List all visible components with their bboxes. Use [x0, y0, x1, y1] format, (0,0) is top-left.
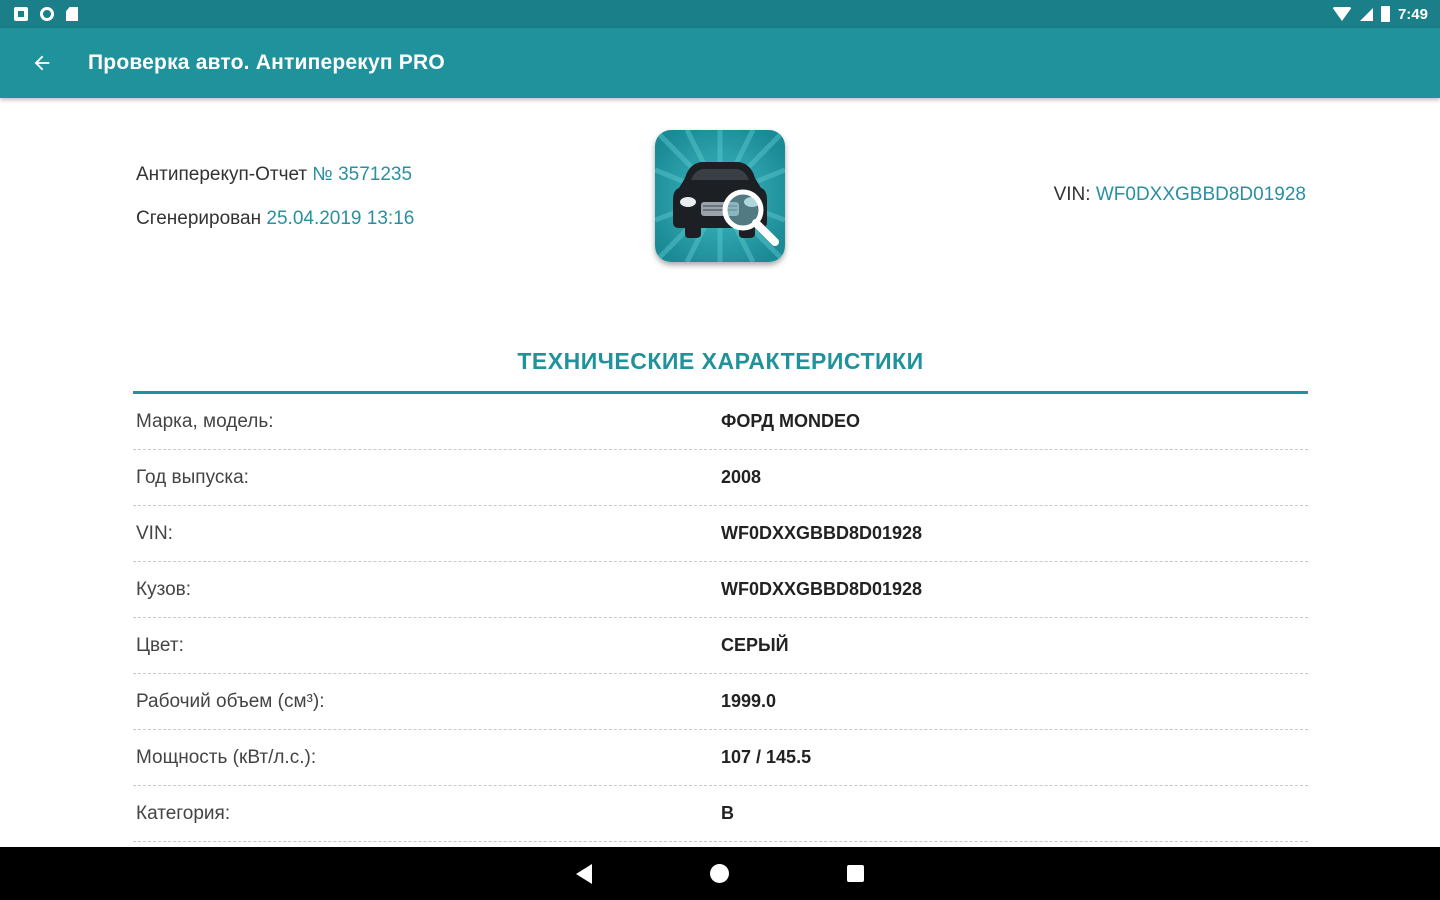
nav-back-icon[interactable] [576, 863, 592, 884]
app-bar: Проверка авто. Антиперекуп PRO [0, 28, 1440, 98]
report-info: Антиперекуп-Отчет № 3571235 Сгенерирован… [136, 162, 414, 250]
table-row: Мощность (кВт/л.с.): 107 / 145.5 [133, 730, 1308, 786]
table-row: Марка, модель: ФОРД MONDEO [133, 394, 1308, 450]
spec-label: Категория: [136, 802, 231, 824]
spec-label: Год выпуска: [136, 466, 249, 488]
table-row: Цвет: СЕРЫЙ [133, 618, 1308, 674]
spec-value: WF0DXXGBBD8D01928 [721, 579, 923, 599]
car-search-icon [655, 130, 785, 262]
report-number-row: Антиперекуп-Отчет № 3571235 [136, 162, 414, 206]
spec-value: СЕРЫЙ [721, 635, 789, 655]
spec-label: Мощность (кВт/л.с.): [136, 746, 317, 768]
report-vin: VIN: WF0DXXGBBD8D01928 [1054, 184, 1306, 206]
spec-table: Марка, модель: ФОРД MONDEO Год выпуска: … [133, 394, 1308, 842]
table-row: Рабочий объем (см³): 1999.0 [133, 674, 1308, 730]
table-row: Кузов: WF0DXXGBBD8D01928 [133, 562, 1308, 618]
report-generated-row: Сгенерирован 25.04.2019 13:16 [136, 206, 414, 250]
spec-value: B [721, 803, 734, 823]
status-left-icons [14, 7, 78, 21]
app-logo [655, 130, 785, 262]
spec-label: Рабочий объем (см³): [136, 690, 325, 712]
spec-label: Марка, модель: [136, 410, 274, 432]
table-row: Год выпуска: 2008 [133, 450, 1308, 506]
status-bar: 7:49 [0, 0, 1440, 28]
report-vin-value: WF0DXXGBBD8D01928 [1095, 184, 1306, 205]
report-generated-label: Сгенерирован [136, 208, 262, 229]
spec-label: Цвет: [136, 634, 184, 656]
sd-card-icon [66, 7, 78, 21]
status-right-icons: 7:49 [1331, 5, 1428, 23]
table-row: VIN: WF0DXXGBBD8D01928 [133, 506, 1308, 562]
spec-value: 107 / 145.5 [721, 747, 812, 767]
spec-value: 2008 [721, 467, 762, 487]
app-title: Проверка авто. Антиперекуп PRO [88, 51, 445, 74]
nav-recents-icon[interactable] [847, 865, 864, 882]
nav-home-icon[interactable] [710, 864, 729, 883]
sync-icon [40, 7, 54, 21]
report-generated-value: 25.04.2019 13:16 [266, 208, 415, 229]
spec-label: VIN: [136, 522, 173, 544]
spec-value: WF0DXXGBBD8D01928 [721, 523, 923, 543]
battery-icon [1380, 6, 1390, 22]
wifi-icon [1331, 7, 1352, 21]
notification-icon [14, 7, 28, 21]
arrow-left-icon [34, 55, 50, 71]
section-title: ТЕХНИЧЕСКИЕ ХАРАКТЕРИСТИКИ [517, 348, 924, 374]
spec-value: 1999.0 [721, 691, 777, 711]
table-row: Категория: B [133, 786, 1308, 842]
back-button[interactable] [22, 43, 62, 83]
report-vin-label: VIN: [1053, 184, 1091, 205]
report-number-value: № 3571235 [312, 164, 413, 185]
navigation-bar [0, 847, 1440, 900]
spec-label: Кузов: [136, 578, 192, 600]
report-number-label: Антиперекуп-Отчет [136, 164, 308, 185]
signal-icon [1359, 7, 1373, 21]
status-time: 7:49 [1397, 5, 1428, 23]
spec-value: ФОРД MONDEO [721, 411, 861, 431]
